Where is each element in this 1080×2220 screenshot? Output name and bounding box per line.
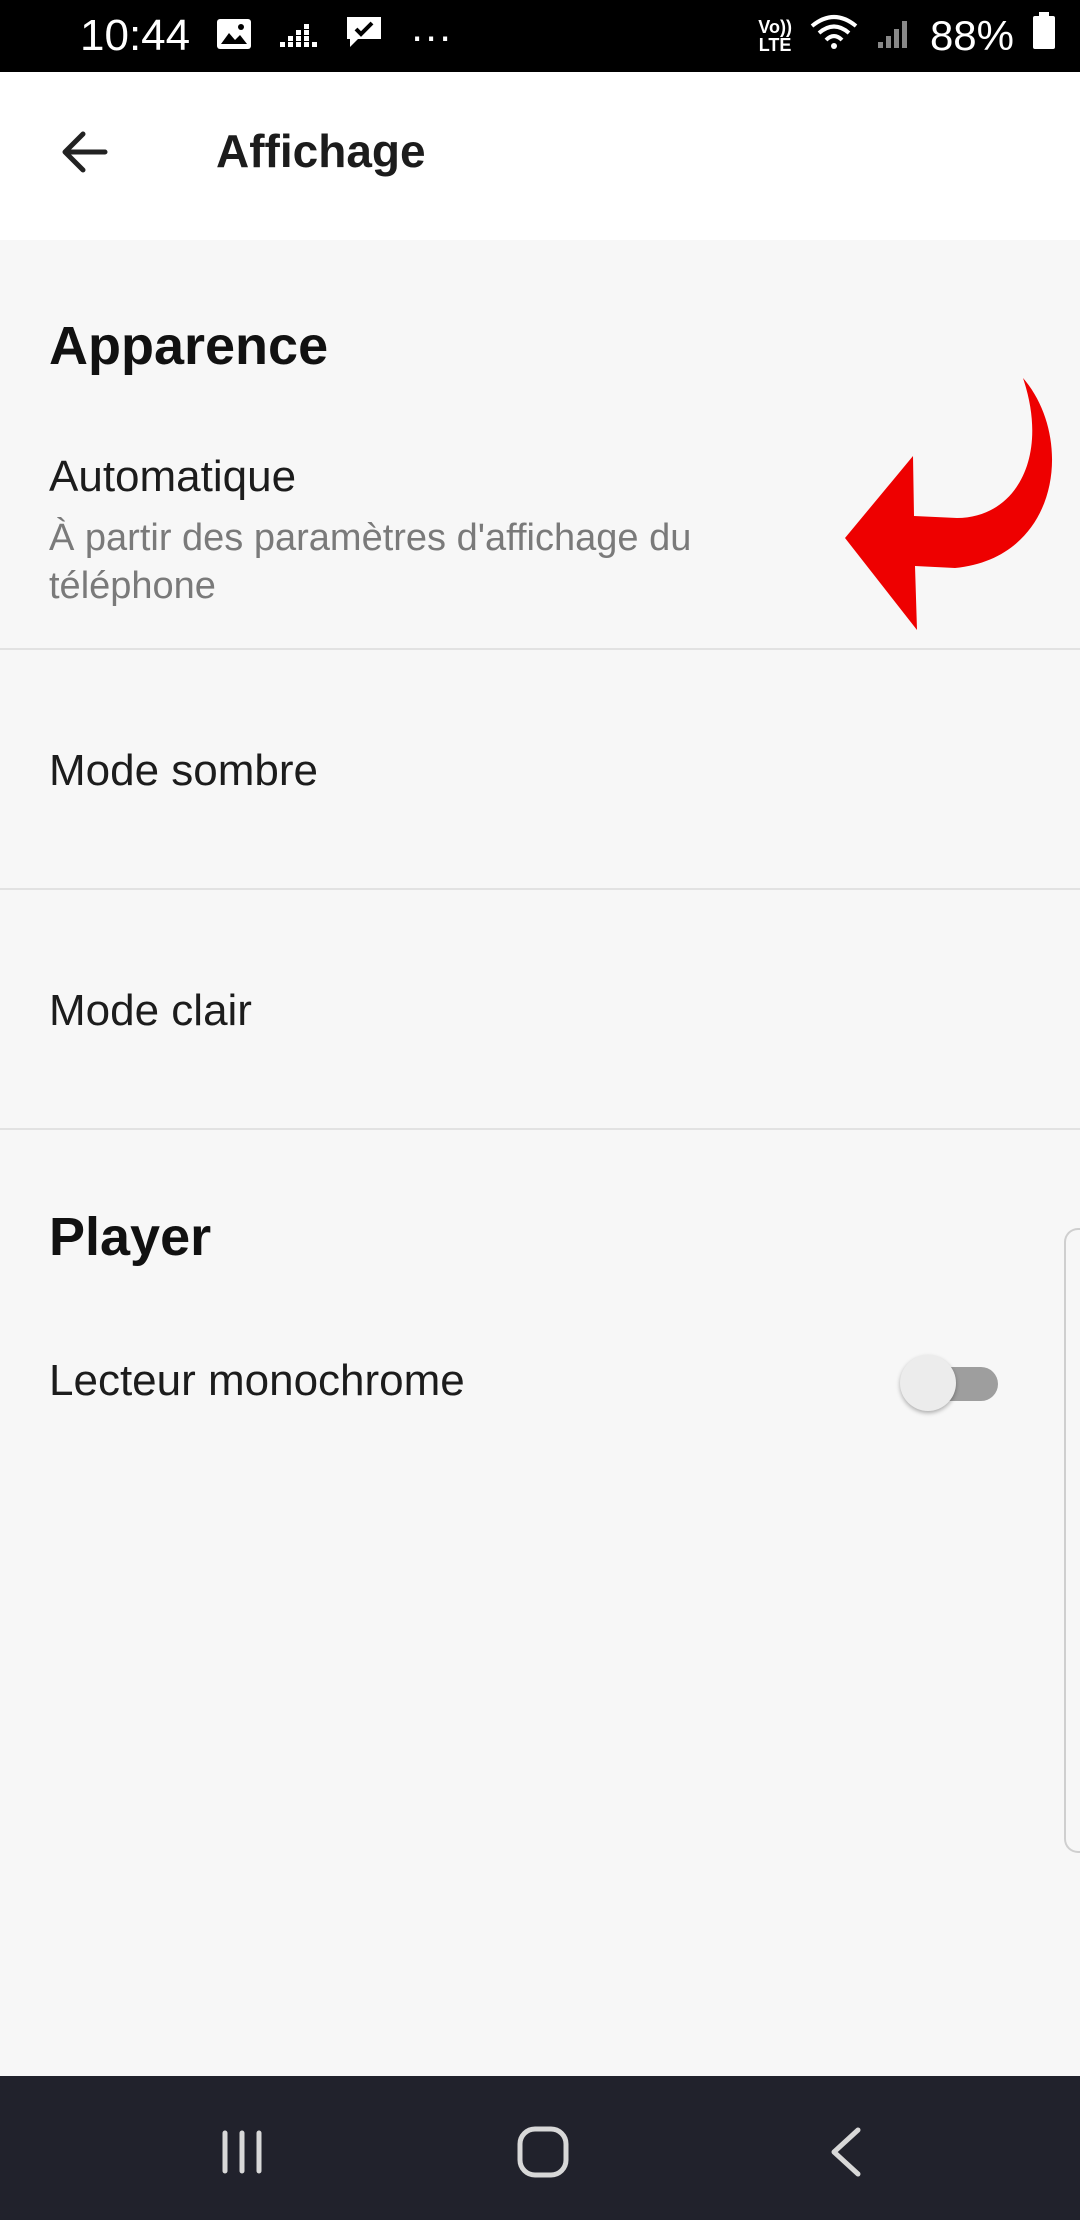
back-button[interactable] [44,112,124,192]
battery-percent: 88% [929,12,1014,59]
option-dark-mode[interactable]: Mode sombre [0,650,1080,888]
appearance-section-title: Apparence [49,316,329,376]
gallery-icon [216,12,252,60]
option-light-mode-label: Mode clair [49,986,252,1035]
status-bar: 10:44 ··· Vo)) LTE 88% [0,0,1080,72]
toggle-knob [900,1355,956,1411]
more-notifications: ··· [410,12,453,59]
battery-icon [1032,12,1056,60]
option-dark-mode-label: Mode sombre [49,746,319,795]
edge-panel-handle[interactable] [1064,1228,1080,1853]
home-button[interactable] [503,2112,583,2192]
equalizer-icon [278,12,318,60]
recent-apps-icon [222,2130,262,2174]
system-back-button[interactable] [806,2112,886,2192]
clock: 10:44 [80,11,191,60]
option-automatic-label: Automatique [49,452,297,501]
divider [0,1128,1080,1130]
home-icon [517,2126,569,2178]
option-light-mode[interactable]: Mode clair [0,890,1080,1128]
system-nav-bar [0,2076,1080,2220]
monochrome-player-label: Lecteur monochrome [49,1356,465,1405]
display-settings-screen: 10:44 ··· Vo)) LTE 88% Affichage Apparen… [0,0,1080,2220]
player-section-title: Player [49,1207,212,1267]
message-check-icon [344,12,384,60]
signal-icon [876,12,912,60]
wifi-icon [810,12,858,60]
red-annotation-arrow-icon [845,378,1053,630]
app-bar: Affichage [0,72,1080,240]
volte-indicator: Vo)) LTE [758,17,792,55]
recent-apps-button[interactable] [202,2112,282,2192]
page-title: Affichage [216,125,426,177]
monochrome-player-toggle[interactable] [900,1355,1000,1411]
chevron-left-icon [831,2127,861,2177]
arrow-left-icon [62,131,108,173]
option-automatic-description: À partir des paramètres d'affichage du t… [49,517,692,607]
